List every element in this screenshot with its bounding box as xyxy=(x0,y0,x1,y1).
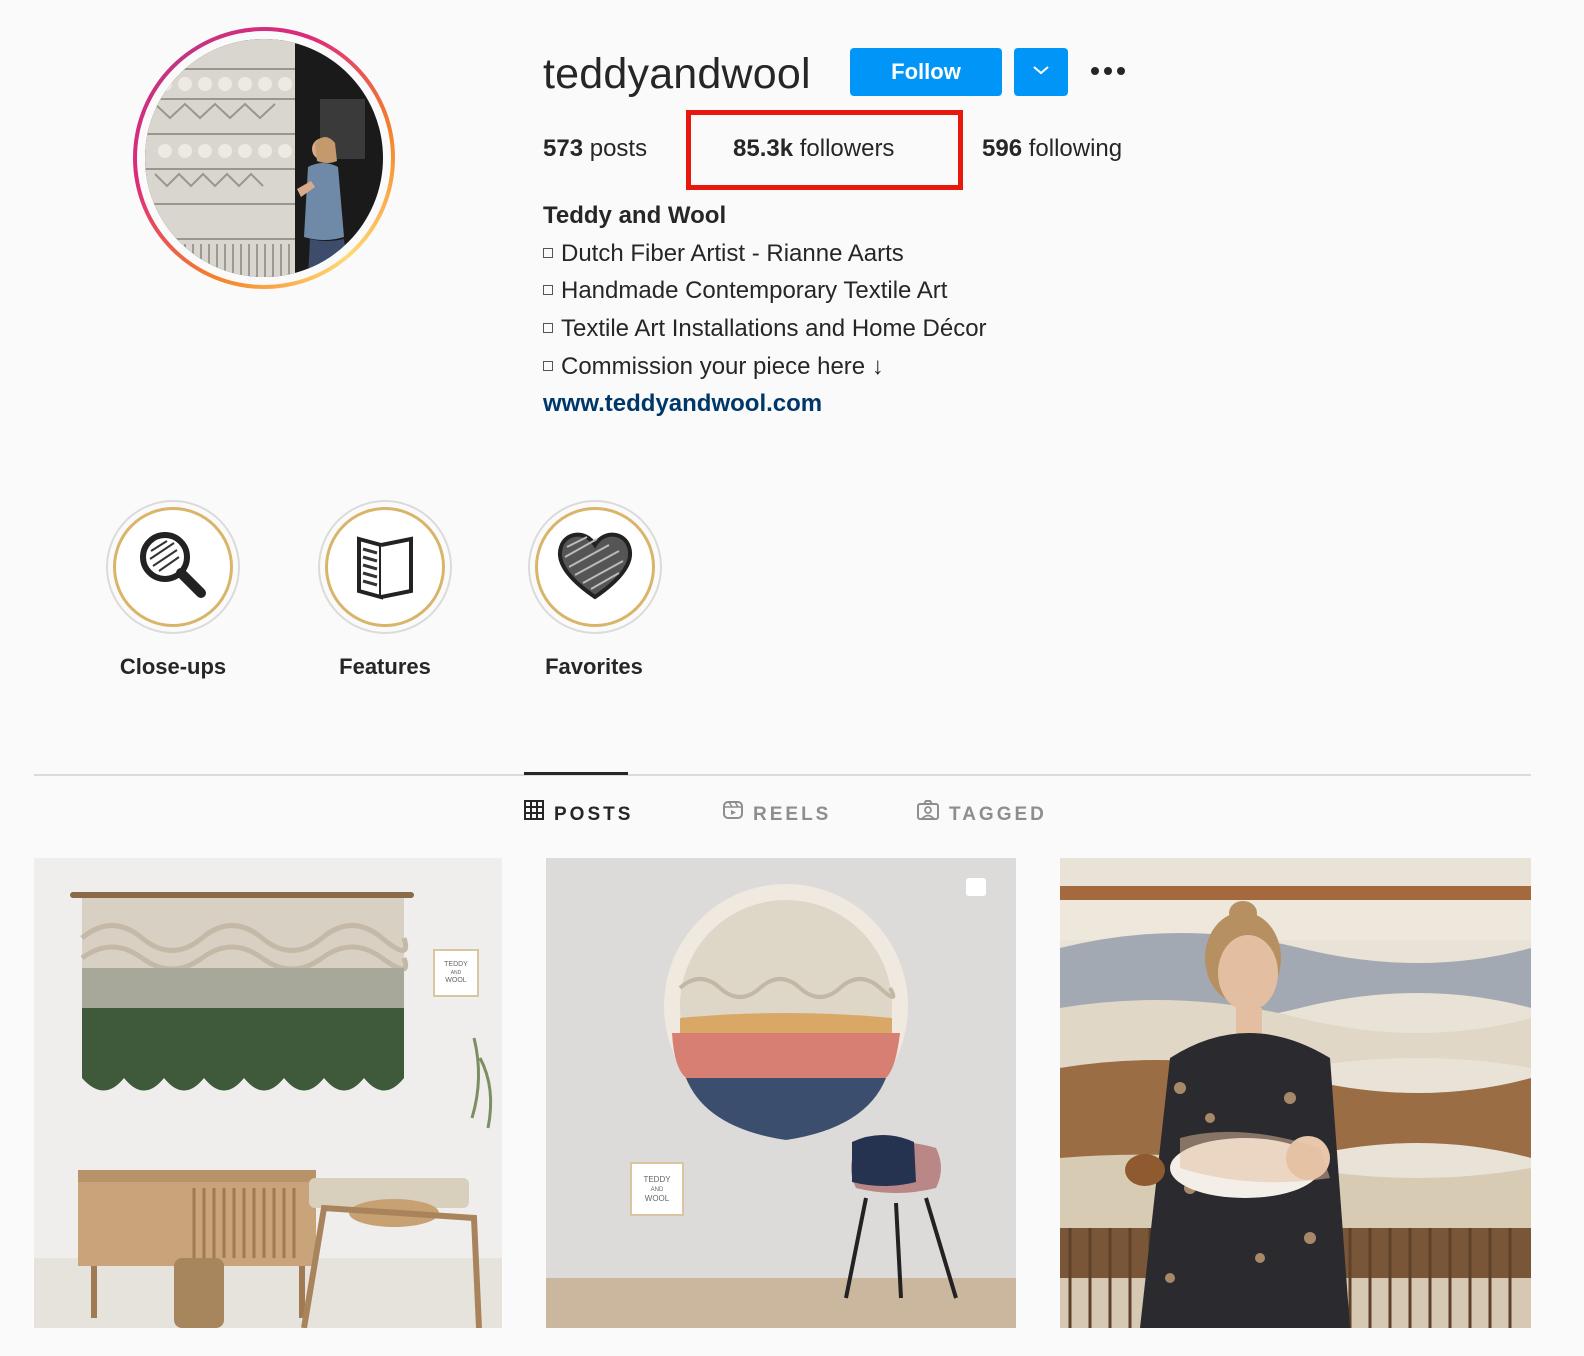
profile-avatar[interactable] xyxy=(133,27,395,289)
watermark-line: TEDDY xyxy=(643,1175,671,1184)
post-image: TEDDY AND WOOL xyxy=(546,858,1016,1328)
bio-line: Handmade Contemporary Textile Art xyxy=(543,275,947,307)
posts-count: 573 posts xyxy=(543,133,647,165)
bullet-icon xyxy=(543,247,553,258)
bullet-icon xyxy=(543,322,553,333)
post-image xyxy=(1060,858,1531,1328)
grid-icon xyxy=(524,800,544,829)
post-thumbnail[interactable]: TEDDY AND WOOL xyxy=(34,858,502,1328)
tab-label: POSTS xyxy=(554,803,634,825)
bio-full-name: Teddy and Wool xyxy=(543,202,727,229)
highlight-label: Close-ups xyxy=(119,654,227,679)
bio-line-text: Textile Art Installations and Home Décor xyxy=(561,315,987,342)
bio-line-text: Dutch Fiber Artist - Rianne Aarts xyxy=(561,240,904,267)
highlight-label: Favorites xyxy=(545,654,643,679)
book-icon xyxy=(345,525,425,610)
bio-line: Textile Art Installations and Home Décor xyxy=(543,313,987,345)
follow-button[interactable]: Follow xyxy=(850,48,1002,96)
reels-icon xyxy=(723,800,743,829)
highlight-close-ups[interactable] xyxy=(106,500,240,634)
avatar-photo xyxy=(145,39,383,277)
highlight-favorites[interactable] xyxy=(528,500,662,634)
heart-icon xyxy=(553,525,637,610)
bullet-icon xyxy=(543,360,553,371)
bio-line: Commission your piece here ↓ xyxy=(543,351,884,383)
active-tab-indicator xyxy=(524,772,628,775)
tabs-divider xyxy=(34,774,1531,776)
chevron-down-icon xyxy=(1032,63,1050,81)
tab-posts[interactable]: POSTS xyxy=(524,800,633,829)
highlight-features[interactable] xyxy=(318,500,452,634)
following-count-value: 596 xyxy=(982,135,1023,162)
following-count-label: following xyxy=(1028,135,1123,162)
bio-website-link[interactable]: www.teddyandwool.com xyxy=(543,388,822,420)
posts-count-value: 573 xyxy=(543,135,584,162)
watermark-line: AND xyxy=(651,1187,664,1193)
tab-label: REELS xyxy=(753,803,832,825)
bio-line-text: Handmade Contemporary Textile Art xyxy=(561,277,948,304)
watermark-line: AND xyxy=(451,970,462,976)
tab-reels[interactable]: REELS xyxy=(723,800,831,829)
watermark-line: WOOL xyxy=(445,977,466,984)
annotation-highlight-box xyxy=(686,110,963,190)
tagged-icon xyxy=(917,800,939,829)
profile-username: teddyandwool xyxy=(543,50,811,98)
tab-tagged[interactable]: TAGGED xyxy=(917,800,1047,829)
post-image: TEDDY AND WOOL xyxy=(34,858,502,1328)
watermark-line: TEDDY xyxy=(444,961,468,968)
bio-line-text: Commission your piece here ↓ xyxy=(561,353,884,380)
following-link[interactable]: 596 following xyxy=(982,133,1122,165)
watermark-line: WOOL xyxy=(645,1194,670,1203)
carousel-icon xyxy=(966,878,986,896)
bio-line: Dutch Fiber Artist - Rianne Aarts xyxy=(543,238,904,270)
more-options-button[interactable] xyxy=(1088,55,1128,89)
posts-count-label: posts xyxy=(589,135,648,162)
tab-label: TAGGED xyxy=(949,803,1047,825)
magnifier-icon xyxy=(133,525,213,610)
suggested-accounts-button[interactable] xyxy=(1014,48,1068,96)
post-thumbnail[interactable]: TEDDY AND WOOL xyxy=(546,858,1016,1328)
bullet-icon xyxy=(543,284,553,295)
post-thumbnail[interactable] xyxy=(1060,858,1531,1328)
highlight-label: Features xyxy=(339,654,431,679)
ellipsis-icon xyxy=(1090,63,1126,81)
